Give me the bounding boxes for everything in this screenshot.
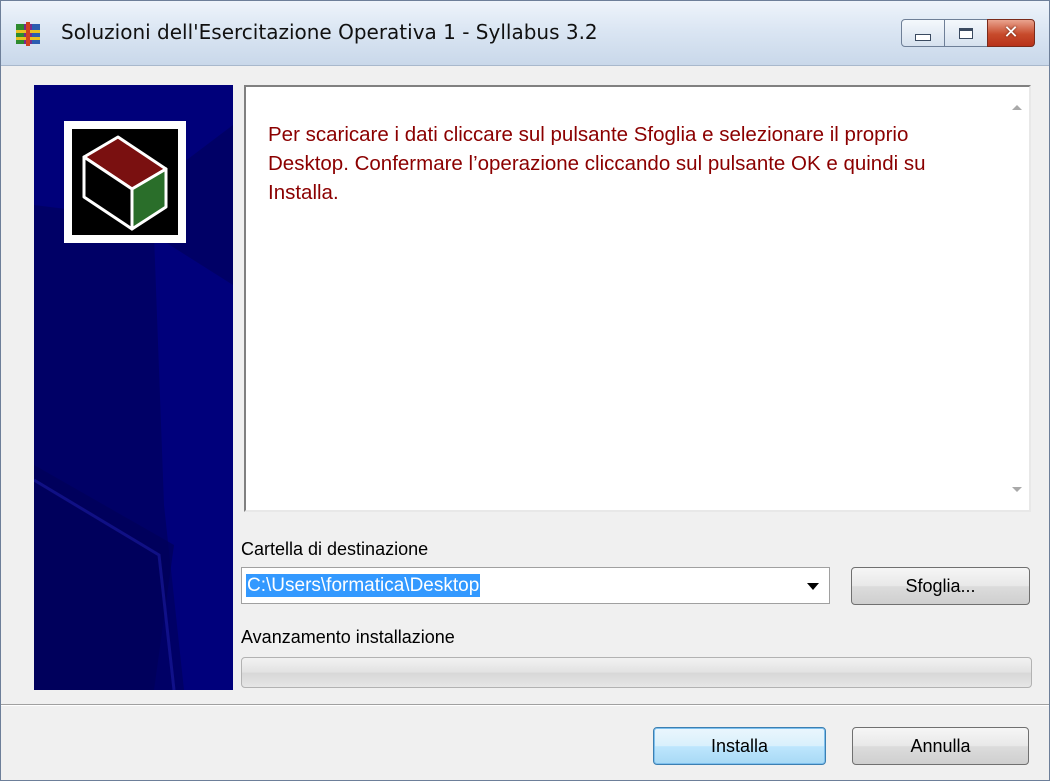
- footer-separator: [1, 704, 1049, 706]
- close-button[interactable]: ✕: [987, 19, 1035, 47]
- title-bar[interactable]: Soluzioni dell'Esercitazione Operativa 1…: [1, 1, 1049, 66]
- install-button[interactable]: Installa: [653, 727, 826, 765]
- progress-label: Avanzamento installazione: [241, 627, 455, 647]
- cancel-button[interactable]: Annulla: [852, 727, 1029, 765]
- destination-combobox[interactable]: C:\Users\formatica\Desktop: [241, 567, 830, 604]
- close-icon: ✕: [1003, 22, 1019, 43]
- minimize-icon: [915, 33, 931, 41]
- instructions-text: Per scaricare i dati cliccare sul pulsan…: [268, 123, 926, 204]
- installation-progress-bar: [241, 657, 1032, 688]
- window-title: Soluzioni dell'Esercitazione Operativa 1…: [61, 20, 598, 44]
- logo-frame: [64, 121, 186, 243]
- dropdown-arrow-icon[interactable]: [807, 583, 819, 590]
- destination-path-value[interactable]: C:\Users\formatica\Desktop: [246, 574, 481, 597]
- installer-icon: [16, 22, 40, 46]
- maximize-button[interactable]: [944, 19, 988, 47]
- instructions-scrollbar[interactable]: [1005, 87, 1029, 510]
- minimize-button[interactable]: [901, 19, 945, 47]
- package-box-icon: [82, 135, 168, 231]
- window-controls: ✕: [901, 19, 1035, 47]
- maximize-icon: [959, 27, 973, 39]
- browse-button[interactable]: Sfoglia...: [851, 567, 1030, 605]
- destination-label: Cartella di destinazione: [241, 539, 429, 559]
- logo-background: [72, 129, 178, 235]
- scroll-down-icon[interactable]: [1012, 487, 1022, 492]
- scroll-up-icon[interactable]: [1012, 105, 1022, 110]
- instructions-box[interactable]: Per scaricare i dati cliccare sul pulsan…: [244, 85, 1031, 512]
- sidebar-banner: [34, 85, 233, 690]
- installer-window: Soluzioni dell'Esercitazione Operativa 1…: [0, 0, 1050, 781]
